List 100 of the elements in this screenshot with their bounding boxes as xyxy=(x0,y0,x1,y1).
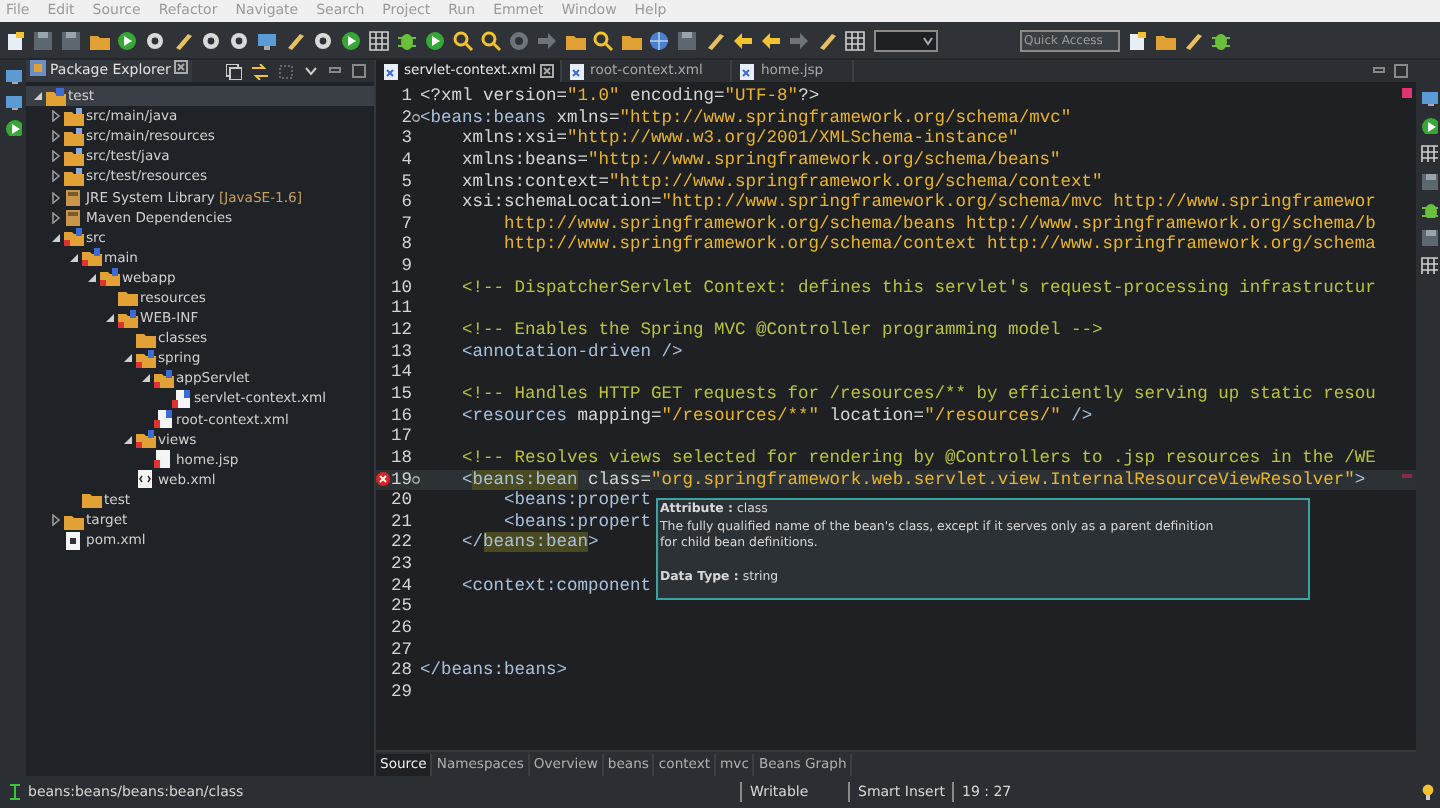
code-line: <!-- Handles HTTP GET requests for /resources/** by efficiently serving up static resou xyxy=(460,383,1376,406)
new-file-icon[interactable] xyxy=(4,29,26,51)
error-marker[interactable] xyxy=(1402,474,1412,478)
play-icon[interactable] xyxy=(340,29,362,51)
save-icon[interactable] xyxy=(1419,228,1437,246)
play-icon[interactable] xyxy=(4,118,22,136)
line-number: 15 xyxy=(390,383,412,406)
expanded-arrow-icon[interactable] xyxy=(122,433,134,446)
play-icon[interactable] xyxy=(116,29,138,51)
maximize-icon[interactable] xyxy=(352,64,366,78)
package-folder-icon xyxy=(64,127,84,146)
pen-icon[interactable] xyxy=(284,29,306,51)
arrow-right-icon[interactable] xyxy=(536,29,558,51)
bug-icon[interactable] xyxy=(396,29,418,51)
monitor-icon[interactable] xyxy=(4,66,22,84)
expanded-arrow-icon[interactable] xyxy=(104,312,116,325)
minimize-icon[interactable] xyxy=(1372,64,1386,78)
save-icon[interactable] xyxy=(676,29,698,51)
line-number: 17 xyxy=(390,426,412,448)
code-line: <!-- Enables the Spring MVC @Controller programming model --> xyxy=(460,320,1103,342)
line-number: 21 xyxy=(390,511,412,533)
collapsed-arrow-icon[interactable] xyxy=(50,514,62,527)
chevron-icon[interactable] xyxy=(304,64,318,78)
expanded-arrow-icon[interactable] xyxy=(32,90,44,103)
pen-icon[interactable] xyxy=(704,29,726,51)
code-line: <?xml version="1.0" encoding="UTF-8"?> xyxy=(420,86,820,108)
collapsed-arrow-icon[interactable] xyxy=(50,130,62,143)
bug-icon[interactable] xyxy=(1419,200,1437,218)
close-icon[interactable] xyxy=(174,60,189,74)
expanded-arrow-icon[interactable] xyxy=(140,372,152,385)
line-number: 16 xyxy=(390,405,412,427)
line-number: 23 xyxy=(390,554,412,576)
grid-icon[interactable] xyxy=(844,29,866,51)
code-line: <beans:beans xmlns="http://www.springframework.org/schema/mvc" xyxy=(420,107,1072,129)
search-icon[interactable] xyxy=(452,29,474,51)
play-icon[interactable] xyxy=(424,29,446,51)
fold-icon[interactable] xyxy=(412,113,420,122)
line-number: 6 xyxy=(401,192,412,214)
folder-icon xyxy=(118,288,138,307)
lightbulb-icon[interactable] xyxy=(1422,784,1434,800)
folder-icon xyxy=(64,228,84,247)
minimize-icon[interactable] xyxy=(328,64,342,78)
project-icon xyxy=(46,87,66,106)
expanded-arrow-icon[interactable] xyxy=(68,251,80,264)
file-icon xyxy=(64,531,84,550)
monitor-icon[interactable] xyxy=(256,29,278,51)
link-icon[interactable] xyxy=(252,63,268,79)
text-cursor-icon xyxy=(10,784,20,800)
folder-icon xyxy=(118,309,138,328)
grid-icon[interactable] xyxy=(368,29,390,51)
grid-icon[interactable] xyxy=(1419,256,1437,274)
dropdown-field[interactable] xyxy=(874,29,938,51)
save-icon[interactable] xyxy=(60,29,82,51)
code-line: http://www.springframework.org/schema/context http://www.springframework.org/schema xyxy=(502,234,1376,257)
close-icon[interactable] xyxy=(540,64,555,78)
collapsed-arrow-icon[interactable] xyxy=(50,110,62,123)
search-icon[interactable] xyxy=(592,29,614,51)
folder-icon xyxy=(136,349,156,368)
pen-icon[interactable] xyxy=(172,29,194,51)
monitor-icon[interactable] xyxy=(4,92,22,110)
line-number: 5 xyxy=(401,171,412,193)
play-icon[interactable] xyxy=(1419,116,1437,134)
grid-icon[interactable] xyxy=(1419,144,1437,162)
line-number: 25 xyxy=(390,596,412,619)
expanded-arrow-icon[interactable] xyxy=(50,231,62,244)
line-number: 10 xyxy=(390,277,412,299)
monitor-icon[interactable] xyxy=(1419,88,1437,106)
globe-icon[interactable] xyxy=(648,29,670,51)
arrow-left-icon[interactable] xyxy=(732,29,754,51)
code-line: </beans:bean> xyxy=(460,532,599,555)
line-number: 11 xyxy=(390,298,412,321)
line-number: 20 xyxy=(390,490,412,512)
fold-icon[interactable] xyxy=(412,475,420,484)
code-line: xsi:schemaLocation="http://www.springframework.org/schema/mvc http://www.springframewor xyxy=(460,192,1376,214)
package-folder-icon xyxy=(64,147,84,166)
save-icon[interactable] xyxy=(32,29,54,51)
jar-icon xyxy=(64,188,84,207)
new-file-icon[interactable] xyxy=(1126,29,1148,51)
collapsed-arrow-icon[interactable] xyxy=(50,150,62,163)
search-icon[interactable] xyxy=(480,29,502,51)
pen-icon[interactable] xyxy=(1182,29,1204,51)
code-line: <!-- Resolves views selected for rendering by @Controllers to .jsp resources in the /WE xyxy=(460,447,1376,470)
line-number: 14 xyxy=(390,362,412,384)
collapsed-arrow-icon[interactable] xyxy=(50,211,62,224)
line-number: 26 xyxy=(390,618,412,640)
save-icon[interactable] xyxy=(1419,172,1437,190)
collapsed-arrow-icon[interactable] xyxy=(50,170,62,183)
arrow-left-icon[interactable] xyxy=(760,29,782,51)
bug-icon[interactable] xyxy=(1210,29,1232,51)
collapse-icon[interactable] xyxy=(226,63,242,79)
line-number: 2 xyxy=(401,107,412,129)
collapsed-arrow-icon[interactable] xyxy=(50,191,62,204)
code-line: <annotation-driven /> xyxy=(460,341,683,363)
error-marker[interactable] xyxy=(1402,88,1412,98)
expanded-arrow-icon[interactable] xyxy=(86,271,98,284)
maximize-icon[interactable] xyxy=(1394,64,1408,78)
expanded-arrow-icon[interactable] xyxy=(122,352,134,365)
line-number: 3 xyxy=(401,128,412,150)
pen-icon[interactable] xyxy=(816,29,838,51)
xml-file-icon xyxy=(154,410,174,429)
